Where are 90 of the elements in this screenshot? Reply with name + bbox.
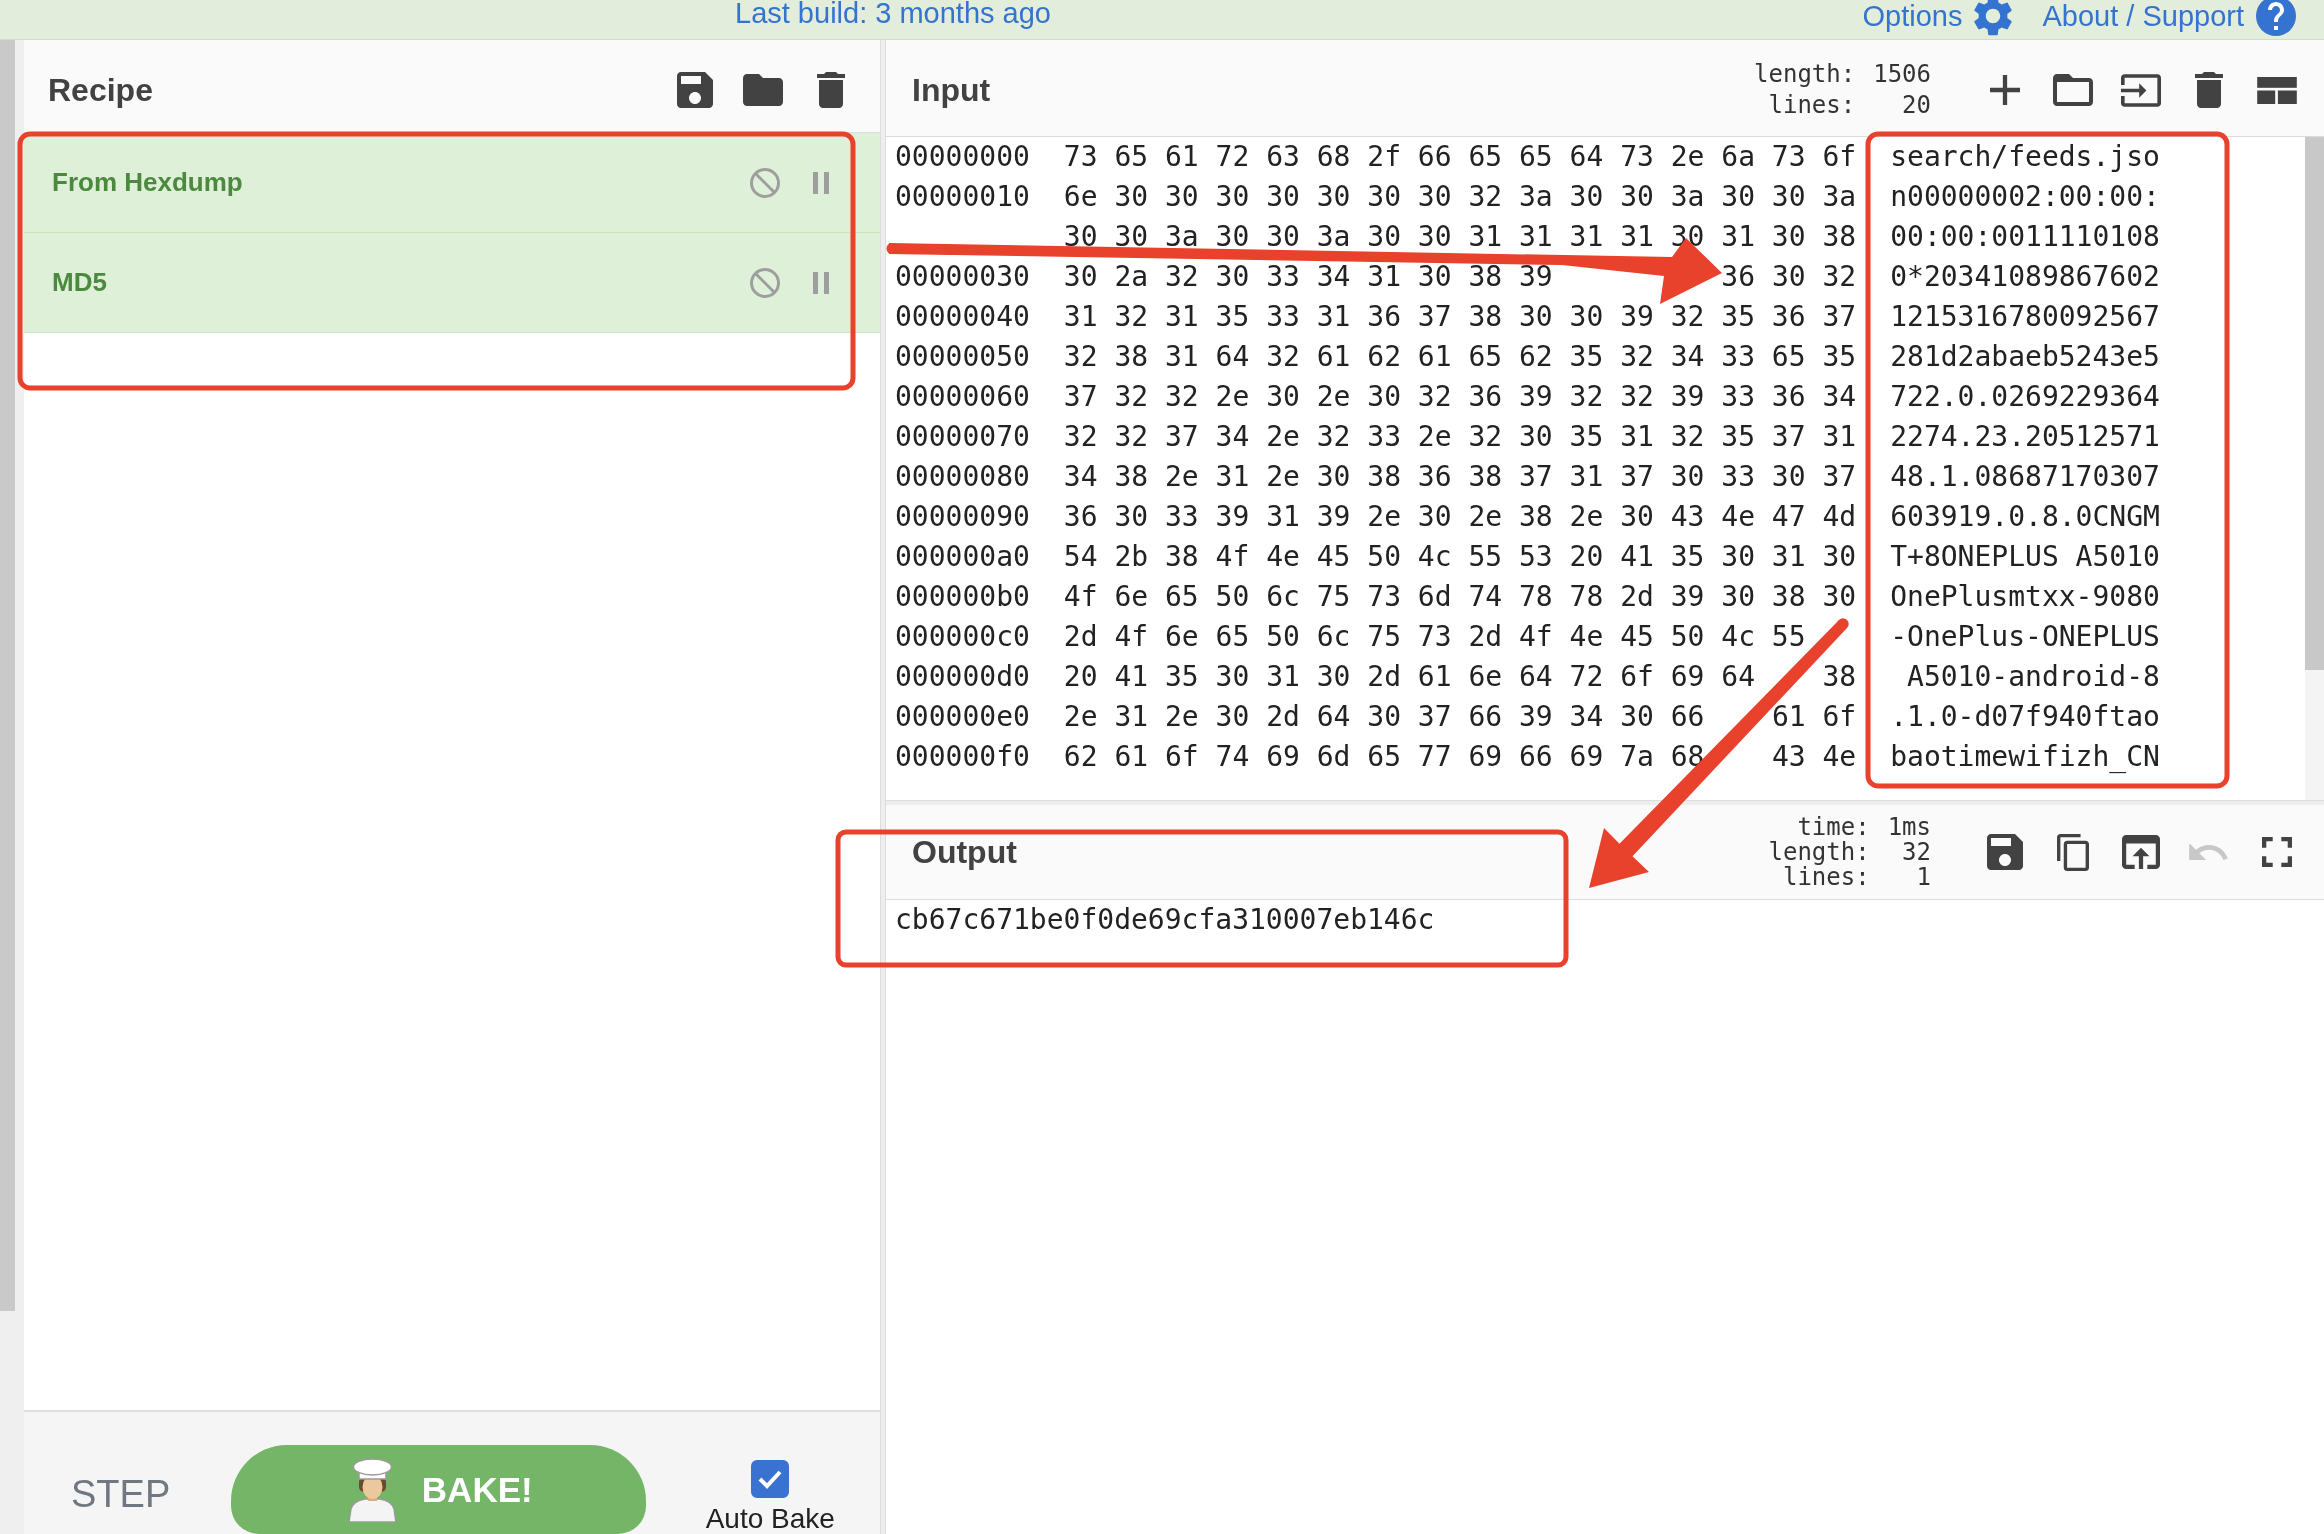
trash-icon[interactable] <box>817 72 845 108</box>
plus-icon[interactable] <box>1990 75 2020 105</box>
hex-bytes-text: 20 41 35 30 31 30 2d 61 6e 64 72 6f 69 64 <box>1063 660 1755 693</box>
offset-text: 00000050 <box>895 339 1030 375</box>
offset-text: 00000080 <box>895 459 1030 495</box>
arrow-into-box-icon[interactable] <box>2121 73 2161 107</box>
stat-label: time: <box>1797 814 1870 840</box>
stat-value: 1506 <box>1873 59 1931 90</box>
settings-icon[interactable] <box>1974 0 2013 36</box>
ascii-text: 00:00:0011110108 <box>1890 219 2160 255</box>
ascii-text: A5010-android-8 <box>1906 659 2160 695</box>
hex-bytes-text: 2d 4f 6e 65 50 6c 75 73 2d 4f 4e 45 50 4c 55 <box>1063 620 1806 653</box>
offset-text: 00000060 <box>895 379 1030 415</box>
hex-bytes-text: 62 61 6f 74 69 6d 65 77 69 66 69 7a 68 <box>1063 740 1705 773</box>
hex-bytes-text: 30 2a 32 30 33 34 31 30 38 39 <box>1063 260 1553 293</box>
hex-bytes-text: 38 <box>1822 660 1857 693</box>
hex-bytes-text: 2e 31 2e 30 2d 64 30 37 66 39 34 30 66 <box>1063 700 1705 733</box>
build-info-text: Last build: 3 months ago <box>735 0 1051 29</box>
operation-name: MD5 <box>52 267 107 298</box>
hex-bytes-text: 32 32 37 34 2e 32 33 2e 32 30 35 31 32 35 37 31 <box>1063 420 1857 453</box>
recipe-title: Recipe <box>48 71 153 109</box>
output-title: Output <box>912 833 1017 871</box>
hex-bytes-text: 34 38 2e 31 2e 30 38 36 38 37 31 37 30 33 30 37 <box>1063 460 1857 493</box>
stat-value: 1 <box>1916 864 1931 890</box>
save-icon[interactable] <box>677 72 713 108</box>
operation-name: From Hexdump <box>52 167 243 198</box>
scrollbar-thumb[interactable] <box>2305 137 2324 670</box>
offset-text: 000000c0 <box>895 619 1030 655</box>
output-field[interactable]: cb67c671be0f0de69cfa310007eb146c <box>886 900 2324 1534</box>
arrow-up-box-icon[interactable] <box>2122 835 2160 869</box>
hex-bytes-text: 31 32 31 35 33 31 36 37 38 30 30 39 32 35 36 37 <box>1063 300 1857 333</box>
ascii-text: T+8ONEPLUS A5010 <box>1890 539 2160 575</box>
stat-label: length: <box>1754 59 1856 90</box>
hex-bytes-text: 43 4e <box>1771 740 1857 773</box>
ascii-text: OnePlusmtxx-9080 <box>1890 579 2160 615</box>
ascii-text: 48.1.08687170307 <box>1890 459 2160 495</box>
hex-bytes-text: 73 65 61 72 63 68 2f 66 65 65 64 73 2e 6a 73 6f <box>1063 140 1857 173</box>
trash-icon[interactable] <box>2195 72 2223 108</box>
hex-bytes-text: 6e 30 30 30 30 30 30 30 32 3a 30 30 3a 30 30 3a <box>1063 180 1857 213</box>
hex-bytes-text: 37 32 32 2e 30 2e 30 32 36 39 32 32 39 33 36 34 <box>1063 380 1857 413</box>
input-title: Input <box>912 71 991 109</box>
offset-text: 000000f0 <box>895 739 1030 775</box>
ascii-text: 1215316780092567 <box>1890 299 2160 335</box>
ascii-text: .1.0-d07f940ftao <box>1890 699 2160 735</box>
stat-value: 20 <box>1902 90 1931 121</box>
ascii-text: 0*20341089867602 <box>1890 259 2160 295</box>
hex-bytes-text: 32 38 31 64 32 61 62 61 65 62 35 32 34 33 65 35 <box>1063 340 1857 373</box>
auto-bake-label: Auto Bake <box>705 1504 835 1534</box>
offset-text: 00000030 <box>895 259 1030 295</box>
options-link[interactable]: Options <box>1862 0 2013 36</box>
scrollbar-track[interactable] <box>2305 137 2324 800</box>
hex-bytes-text: 4f 6e 65 50 6c 75 73 6d 74 78 78 2d 39 30 38 30 <box>1063 580 1857 613</box>
ascii-text: n00000002:00:00: <box>1890 179 2160 215</box>
offset-text: 00000010 <box>895 179 1030 215</box>
bake-button[interactable]: BAKE! <box>231 1445 647 1534</box>
support-link[interactable]: About / Support <box>2042 0 2296 36</box>
stat-value: 32 <box>1902 839 1931 865</box>
offset-text: 000000e0 <box>895 699 1030 735</box>
ascii-text: 603919.0.8.0CNGM <box>1890 499 2160 535</box>
step-button[interactable]: STEP <box>71 1473 171 1515</box>
folder-icon[interactable] <box>743 74 783 106</box>
checkbox[interactable] <box>751 1460 790 1498</box>
ascii-text: 2274.23.20512571 <box>1890 419 2160 455</box>
copy-icon[interactable] <box>2057 833 2089 871</box>
ascii-text: 281d2abaeb5243e5 <box>1890 339 2160 375</box>
ascii-text: -OnePlus-ONEPLUS <box>1890 619 2160 655</box>
stat-label: lines: <box>1768 90 1856 121</box>
offset-text: 000000b0 <box>895 579 1030 615</box>
hex-bytes-text: 36 30 33 39 31 39 2e 30 2e 38 2e 30 43 4e 47 4d <box>1063 500 1857 533</box>
offset-text: 00000040 <box>895 299 1030 335</box>
offset-text: 00000070 <box>895 419 1030 455</box>
fullscreen-icon[interactable] <box>2262 837 2292 867</box>
ascii-text: search/feeds.jso <box>1890 139 2160 175</box>
hex-bytes-text: 30 30 3a 30 30 3a 30 30 31 31 31 31 30 31 30 38 <box>1063 220 1857 253</box>
offset-text: 00000000 <box>895 139 1030 175</box>
stat-label: length: <box>1768 839 1870 865</box>
save-icon[interactable] <box>1987 834 2023 870</box>
help-icon[interactable] <box>2256 0 2296 36</box>
folder-icon[interactable] <box>2053 74 2093 106</box>
hex-bytes-text: 54 2b 38 4f 4e 45 50 4c 55 53 20 41 35 30 31 30 <box>1063 540 1857 573</box>
scrollbar-thumb[interactable] <box>0 40 15 1311</box>
offset-text: 00000090 <box>895 499 1030 535</box>
layout-icon[interactable] <box>2257 76 2297 104</box>
ascii-text: 722.0.0269229364 <box>1890 379 2160 415</box>
offset-text: 000000a0 <box>895 539 1030 575</box>
stat-value: 1ms <box>1887 814 1931 840</box>
ascii-text: baotimewifizh_CN <box>1890 739 2160 775</box>
hex-bytes-text: 36 30 32 <box>1721 260 1857 293</box>
hex-bytes-text: 61 6f <box>1771 700 1857 733</box>
offset-text: 000000d0 <box>895 659 1030 695</box>
